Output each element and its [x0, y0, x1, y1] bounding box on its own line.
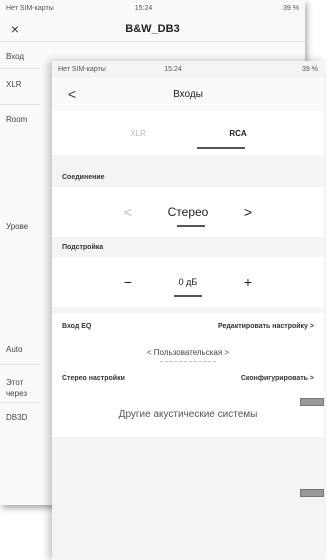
prev-icon[interactable]: <	[108, 204, 148, 220]
selector-indicator	[177, 225, 205, 227]
eq-preset-selector[interactable]: < Пользовательская >	[52, 339, 324, 365]
tab-xlr[interactable]: XLR	[108, 129, 168, 138]
input-eq-row[interactable]: Вход EQ Редактировать настройку >	[52, 313, 324, 339]
battery-label: 39 %	[302, 65, 318, 73]
battery-label: 39 %	[283, 4, 299, 12]
edit-setting-link[interactable]: Редактировать настройку >	[132, 323, 314, 330]
scroll-handle[interactable]	[300, 398, 324, 406]
divider	[0, 402, 40, 403]
status-bar: Нет SIM-карты 15:24 39 %	[52, 61, 324, 77]
page-title: Входы	[173, 88, 203, 100]
trim-stepper: − 0 дБ +	[52, 257, 324, 307]
connection-label: Соединение	[62, 173, 105, 181]
back-arrow-icon[interactable]: <	[52, 86, 92, 102]
device-title: B&W_DB3	[125, 22, 180, 35]
carrier-label: Нет SIM-карты	[58, 65, 106, 73]
time-label: 15:24	[134, 4, 153, 12]
back-item-input[interactable]: Вход	[6, 52, 24, 61]
configure-link[interactable]: Сконфигурировать >	[172, 375, 314, 382]
other-speakers-button[interactable]: Другие акустические системы	[52, 391, 324, 437]
connection-selector: < Стерео >	[52, 187, 324, 237]
back-item-xlr[interactable]: XLR	[6, 80, 22, 89]
input-eq-label: Вход EQ	[62, 322, 92, 330]
back-item-text-2: через	[6, 389, 28, 398]
tab-rca[interactable]: RCA	[208, 129, 268, 138]
selector-underline	[160, 361, 216, 362]
trim-label: Подстройка	[62, 243, 104, 251]
trim-value: 0 дБ	[178, 277, 198, 287]
minus-icon[interactable]: −	[108, 274, 148, 290]
back-item-room[interactable]: Room	[6, 115, 27, 124]
carrier-label: Нет SIM-карты	[6, 4, 54, 12]
close-icon[interactable]: ×	[0, 21, 30, 37]
trim-indicator	[174, 295, 202, 297]
scroll-handle[interactable]	[300, 489, 324, 497]
active-tab-indicator	[197, 147, 245, 149]
time-label: 15:24	[164, 65, 182, 73]
next-icon[interactable]: >	[228, 204, 268, 220]
connection-value: Стерео	[167, 205, 209, 219]
back-item-level[interactable]: Урове	[6, 222, 28, 231]
plus-icon[interactable]: +	[228, 274, 268, 290]
stereo-settings-label: Стерео настройки	[62, 374, 125, 382]
back-item-db3d[interactable]: DB3D	[6, 413, 27, 422]
back-item-text-1: Этот	[6, 378, 24, 387]
input-tabs: XLR RCA	[52, 111, 324, 155]
nav-bar: < Входы	[52, 77, 324, 111]
stereo-settings-row[interactable]: Стерео настройки Сконфигурировать >	[52, 365, 324, 391]
inputs-screen: Нет SIM-карты 15:24 39 % < Входы XLR RCA…	[52, 61, 324, 560]
back-header: × B&W_DB3	[0, 16, 305, 42]
divider	[0, 68, 40, 69]
back-item-auto[interactable]: Auto	[6, 345, 22, 354]
status-bar: Нет SIM-карты 15:24 39 %	[0, 0, 305, 16]
eq-preset-value[interactable]: < Пользовательская >	[147, 348, 229, 357]
divider	[0, 364, 40, 365]
divider	[0, 104, 40, 105]
